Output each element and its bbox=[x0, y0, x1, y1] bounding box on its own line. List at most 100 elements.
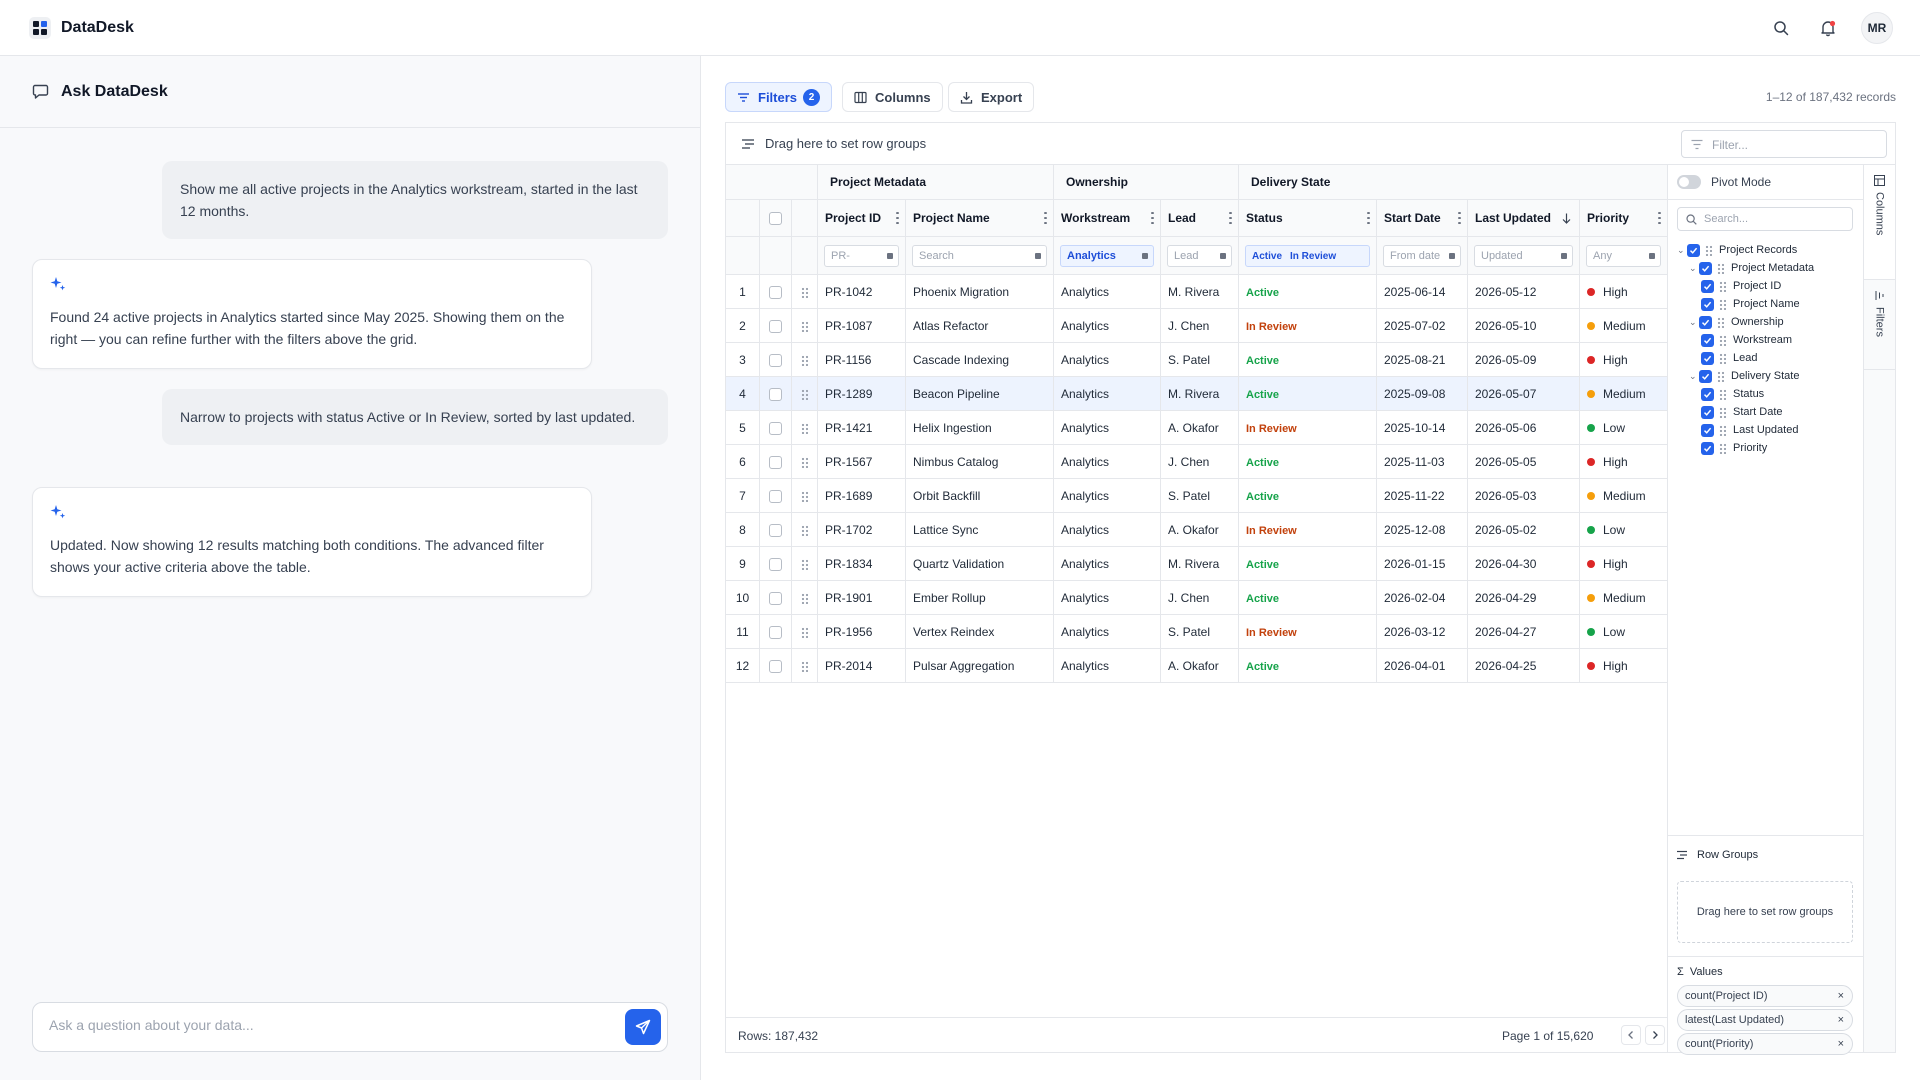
project-name-filter[interactable]: Search bbox=[912, 245, 1047, 267]
status-filter[interactable]: Active In Review bbox=[1245, 245, 1370, 267]
table-row[interactable]: 10 PR-1901 Ember Rollup Analytics J. Chen Act… bbox=[726, 581, 1667, 615]
status-filter-chip[interactable]: In Review bbox=[1290, 247, 1336, 266]
column-visibility-checkbox[interactable] bbox=[1701, 279, 1714, 293]
column-header-start-date[interactable]: Start Date bbox=[1377, 200, 1468, 237]
drag-handle-icon[interactable] bbox=[1719, 352, 1726, 364]
select-all-checkbox[interactable] bbox=[769, 212, 782, 226]
column-visibility-checkbox[interactable] bbox=[1701, 351, 1714, 365]
column-visibility-checkbox[interactable] bbox=[1701, 333, 1714, 347]
drag-handle-icon[interactable] bbox=[801, 559, 808, 571]
drag-handle-icon[interactable] bbox=[801, 321, 808, 333]
table-row[interactable]: 2 PR-1087 Atlas Refactor Analytics J. Chen In… bbox=[726, 309, 1667, 343]
column-visibility-checkbox[interactable] bbox=[1701, 387, 1714, 401]
row-group-bar[interactable]: Drag here to set row groups bbox=[726, 123, 1895, 165]
column-visibility-checkbox[interactable] bbox=[1701, 423, 1714, 437]
row-checkbox[interactable] bbox=[769, 490, 782, 504]
row-checkbox[interactable] bbox=[769, 388, 782, 402]
start-date-filter[interactable]: From date bbox=[1383, 245, 1461, 267]
search-icon[interactable] bbox=[1769, 16, 1793, 40]
column-visibility-checkbox[interactable] bbox=[1701, 405, 1714, 419]
group-header-ownership[interactable]: Ownership bbox=[1054, 165, 1239, 200]
status-filter-chip[interactable]: Active bbox=[1252, 247, 1282, 266]
drag-handle-icon[interactable] bbox=[1719, 424, 1726, 436]
previous-page-button[interactable] bbox=[1621, 1025, 1641, 1045]
table-row[interactable]: 3 PR-1156 Cascade Indexing Analytics S. Pate… bbox=[726, 343, 1667, 377]
pivot-mode-toggle[interactable]: Pivot Mode bbox=[1677, 175, 1771, 189]
workstream-filter[interactable]: Analytics bbox=[1060, 245, 1154, 267]
drag-handle-icon[interactable] bbox=[1719, 442, 1726, 454]
column-search-input[interactable] bbox=[1704, 213, 1844, 225]
drag-handle-icon[interactable] bbox=[801, 627, 808, 639]
drag-handle-icon[interactable] bbox=[1719, 280, 1726, 292]
row-groups-drop-zone[interactable]: Drag here to set row groups bbox=[1677, 881, 1853, 943]
chevron-down-icon[interactable]: ⌄ bbox=[1677, 245, 1687, 256]
drag-handle-icon[interactable] bbox=[801, 491, 808, 503]
drag-handle-icon[interactable] bbox=[1717, 370, 1724, 382]
brand[interactable]: DataDesk bbox=[29, 17, 134, 39]
column-menu-icon[interactable] bbox=[1367, 212, 1370, 224]
column-menu-icon[interactable] bbox=[1658, 212, 1661, 224]
drag-handle-icon[interactable] bbox=[1705, 244, 1712, 256]
column-header-priority[interactable]: Priority bbox=[1580, 200, 1667, 237]
row-checkbox[interactable] bbox=[769, 422, 782, 436]
drag-handle-icon[interactable] bbox=[801, 389, 808, 401]
row-checkbox[interactable] bbox=[769, 524, 782, 538]
column-header-project-name[interactable]: Project Name bbox=[906, 200, 1054, 237]
column-header-last-updated[interactable]: Last Updated bbox=[1468, 200, 1580, 237]
last-updated-filter[interactable]: Updated bbox=[1474, 245, 1573, 267]
chevron-down-icon[interactable]: ⌄ bbox=[1689, 263, 1699, 274]
drag-handle-icon[interactable] bbox=[1719, 298, 1726, 310]
drag-handle-icon[interactable] bbox=[1717, 262, 1724, 274]
value-pill[interactable]: count(Project ID) × bbox=[1677, 985, 1853, 1007]
tab-columns[interactable]: Columns bbox=[1864, 165, 1895, 280]
row-checkbox[interactable] bbox=[769, 626, 782, 640]
drag-handle-icon[interactable] bbox=[801, 287, 808, 299]
drag-handle-icon[interactable] bbox=[801, 423, 808, 435]
column-menu-icon[interactable] bbox=[1229, 212, 1232, 224]
column-visibility-checkbox[interactable] bbox=[1687, 243, 1700, 257]
lead-filter[interactable]: Lead bbox=[1167, 245, 1232, 267]
table-row[interactable]: 7 PR-1689 Orbit Backfill Analytics S. Patel A… bbox=[726, 479, 1667, 513]
row-checkbox[interactable] bbox=[769, 558, 782, 572]
user-avatar[interactable]: MR bbox=[1861, 12, 1893, 44]
table-row[interactable]: 12 PR-2014 Pulsar Aggregation Analytics A. O… bbox=[726, 649, 1667, 683]
export-button[interactable]: Export bbox=[948, 82, 1035, 112]
column-menu-icon[interactable] bbox=[1044, 212, 1047, 224]
remove-value-icon[interactable]: × bbox=[1838, 1010, 1844, 1030]
notification-bell-icon[interactable] bbox=[1816, 16, 1840, 40]
table-row[interactable]: 9 PR-1834 Quartz Validation Analytics M. Riv… bbox=[726, 547, 1667, 581]
columns-button[interactable]: Columns bbox=[842, 82, 943, 112]
tab-filters[interactable]: Filters bbox=[1864, 280, 1895, 370]
filters-button[interactable]: Filters 2 bbox=[725, 82, 833, 112]
row-checkbox[interactable] bbox=[769, 320, 782, 334]
value-pill[interactable]: latest(Last Updated) × bbox=[1677, 1009, 1853, 1031]
next-page-button[interactable] bbox=[1645, 1025, 1665, 1045]
table-row[interactable]: 5 PR-1421 Helix Ingestion Analytics A. Okafo… bbox=[726, 411, 1667, 445]
table-row[interactable]: 11 PR-1956 Vertex Reindex Analytics S. Patel… bbox=[726, 615, 1667, 649]
remove-value-icon[interactable]: × bbox=[1838, 986, 1844, 1006]
table-row[interactable]: 8 PR-1702 Lattice Sync Analytics A. Okafor In… bbox=[726, 513, 1667, 547]
row-checkbox[interactable] bbox=[769, 354, 782, 368]
table-row[interactable]: 4 PR-1289 Beacon Pipeline Analytics M. River… bbox=[726, 377, 1667, 411]
send-button[interactable] bbox=[625, 1009, 661, 1045]
column-header-lead[interactable]: Lead bbox=[1161, 200, 1239, 237]
column-header-workstream[interactable]: Workstream bbox=[1054, 200, 1161, 237]
drag-handle-icon[interactable] bbox=[1717, 316, 1724, 328]
row-checkbox[interactable] bbox=[769, 592, 782, 606]
column-visibility-checkbox[interactable] bbox=[1699, 315, 1712, 329]
drag-handle-icon[interactable] bbox=[1719, 406, 1726, 418]
drag-handle-icon[interactable] bbox=[801, 457, 808, 469]
column-visibility-checkbox[interactable] bbox=[1699, 261, 1712, 275]
row-checkbox[interactable] bbox=[769, 286, 782, 300]
row-checkbox[interactable] bbox=[769, 456, 782, 470]
group-header-project-metadata[interactable]: Project Metadata bbox=[818, 165, 1054, 200]
pivot-switch[interactable] bbox=[1677, 175, 1701, 189]
priority-filter[interactable]: Any bbox=[1586, 245, 1661, 267]
remove-value-icon[interactable]: × bbox=[1838, 1034, 1844, 1054]
drag-handle-icon[interactable] bbox=[801, 355, 808, 367]
column-header-status[interactable]: Status bbox=[1239, 200, 1377, 237]
value-pill[interactable]: count(Priority) × bbox=[1677, 1033, 1853, 1055]
group-header-delivery-state[interactable]: Delivery State bbox=[1239, 165, 1667, 200]
column-visibility-checkbox[interactable] bbox=[1701, 441, 1714, 455]
chevron-down-icon[interactable]: ⌄ bbox=[1689, 317, 1699, 328]
